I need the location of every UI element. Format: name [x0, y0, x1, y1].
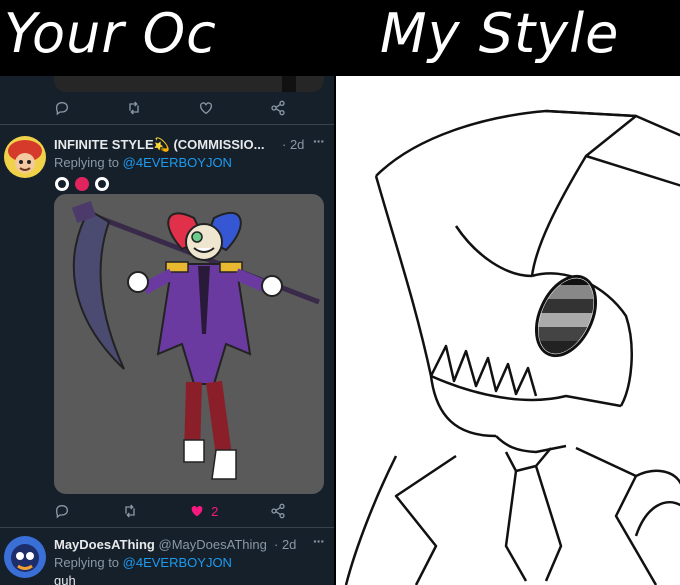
heart-filled-icon [191, 505, 203, 517]
retweet-button[interactable] [126, 100, 142, 116]
more-options-button[interactable]: ··· [313, 133, 325, 149]
dot-icon [95, 177, 109, 191]
emoji-dots [55, 177, 109, 191]
share-button[interactable] [270, 503, 286, 519]
replying-handle-link[interactable]: @4EVERBOYJON [123, 555, 232, 570]
tweet-actions: 2 [54, 501, 286, 521]
tweet-text: guh [54, 573, 76, 585]
my-style-title: My Style [380, 2, 620, 65]
red-dot-icon [75, 177, 89, 191]
meme-header: Your Oc My Style [0, 0, 680, 76]
reply-button[interactable] [54, 503, 70, 519]
like-count: 2 [211, 503, 219, 519]
my-style-drawing [334, 76, 680, 585]
tweet-author-name[interactable]: INFINITE STYLE💫 (COMMISSIO... [54, 137, 264, 153]
like-button[interactable]: 2 [189, 503, 218, 519]
like-button[interactable] [198, 100, 214, 116]
retweet-icon [129, 101, 139, 115]
replying-prefix: Replying to [54, 555, 123, 570]
replying-handle-link[interactable]: @4EVERBOYJON [123, 155, 232, 170]
retweet-button[interactable] [122, 503, 138, 519]
your-oc-title: Your Oc [4, 2, 217, 65]
author-handle[interactable]: @MayDoesAThing [159, 537, 267, 552]
avatar[interactable] [4, 136, 46, 178]
share-icon [271, 100, 285, 116]
heart-icon [200, 102, 212, 115]
replying-to: Replying to @4EVERBOYJON [54, 155, 232, 170]
dot-icon [55, 177, 69, 191]
previous-tweet-media[interactable] [54, 76, 324, 92]
twitter-panel: INFINITE STYLE💫 (COMMISSIO... · 2d ··· R… [0, 76, 334, 585]
tweet-media-image[interactable] [54, 194, 324, 494]
previous-tweet-actions [54, 98, 286, 118]
reply-icon [55, 101, 69, 116]
avatar-image [4, 536, 46, 578]
share-button[interactable] [270, 100, 286, 116]
share-icon [271, 503, 285, 519]
retweet-icon [124, 504, 135, 518]
more-options-button[interactable]: ··· [313, 533, 325, 549]
divider [0, 527, 334, 528]
replying-to: Replying to @4EVERBOYJON [54, 555, 232, 570]
tweet-author-name[interactable]: MayDoesAThing @MayDoesAThing [54, 537, 267, 552]
avatar[interactable] [4, 536, 46, 578]
avatar-image [4, 136, 46, 178]
tweet-timestamp[interactable]: · 2d [274, 537, 296, 552]
reply-icon [55, 504, 69, 519]
stripe-eye [527, 271, 605, 361]
author-display-name[interactable]: MayDoesAThing [54, 537, 155, 552]
tweet-timestamp[interactable]: · 2d [282, 137, 304, 152]
reply-button[interactable] [54, 100, 70, 116]
clown-oc-illustration [71, 201, 320, 480]
sketch-illustration [344, 109, 680, 585]
replying-prefix: Replying to [54, 155, 123, 170]
divider [0, 124, 334, 125]
